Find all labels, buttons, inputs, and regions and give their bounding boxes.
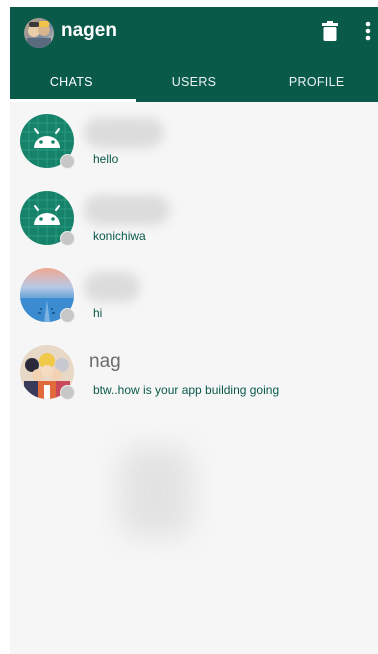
chat-avatar bbox=[20, 345, 75, 400]
contact-name-redacted bbox=[84, 195, 170, 225]
delete-button[interactable] bbox=[318, 20, 342, 46]
tab-users[interactable]: USERS bbox=[133, 61, 256, 102]
toolbar: nagen bbox=[10, 7, 378, 61]
chat-list-item[interactable]: hi bbox=[10, 256, 378, 333]
status-indicator bbox=[60, 385, 75, 400]
app-window: nagen CHATS USERS PROFILE hello konichiw… bbox=[10, 7, 378, 654]
status-indicator bbox=[60, 154, 75, 169]
status-indicator bbox=[60, 308, 75, 323]
status-indicator bbox=[60, 231, 75, 246]
contact-name-redacted bbox=[84, 272, 140, 302]
chat-list-item[interactable]: hello bbox=[10, 102, 378, 179]
app-bar: nagen CHATS USERS PROFILE bbox=[10, 7, 378, 102]
chat-avatar bbox=[20, 268, 75, 323]
chat-avatar bbox=[20, 191, 75, 246]
tab-chats[interactable]: CHATS bbox=[10, 61, 133, 102]
empty-area-shadow bbox=[120, 447, 192, 537]
trash-icon bbox=[322, 20, 338, 46]
chat-list: hello konichiwa hi nag btw..how is your … bbox=[10, 102, 378, 410]
user-avatar[interactable] bbox=[24, 18, 54, 48]
contact-name: nag bbox=[89, 351, 121, 372]
more-options-button[interactable] bbox=[358, 20, 378, 46]
last-message: konichiwa bbox=[93, 229, 146, 243]
chat-list-item[interactable]: nag btw..how is your app building going bbox=[10, 333, 378, 410]
chat-list-item[interactable]: konichiwa bbox=[10, 179, 378, 256]
more-vertical-icon bbox=[365, 21, 371, 46]
tab-profile[interactable]: PROFILE bbox=[255, 61, 378, 102]
tab-bar: CHATS USERS PROFILE bbox=[10, 61, 378, 102]
chat-avatar bbox=[20, 114, 75, 169]
contact-name-redacted bbox=[84, 118, 164, 148]
last-message: hello bbox=[93, 152, 119, 166]
last-message: btw..how is your app building going bbox=[93, 383, 280, 397]
app-title: nagen bbox=[61, 20, 117, 41]
last-message: hi bbox=[93, 306, 103, 320]
